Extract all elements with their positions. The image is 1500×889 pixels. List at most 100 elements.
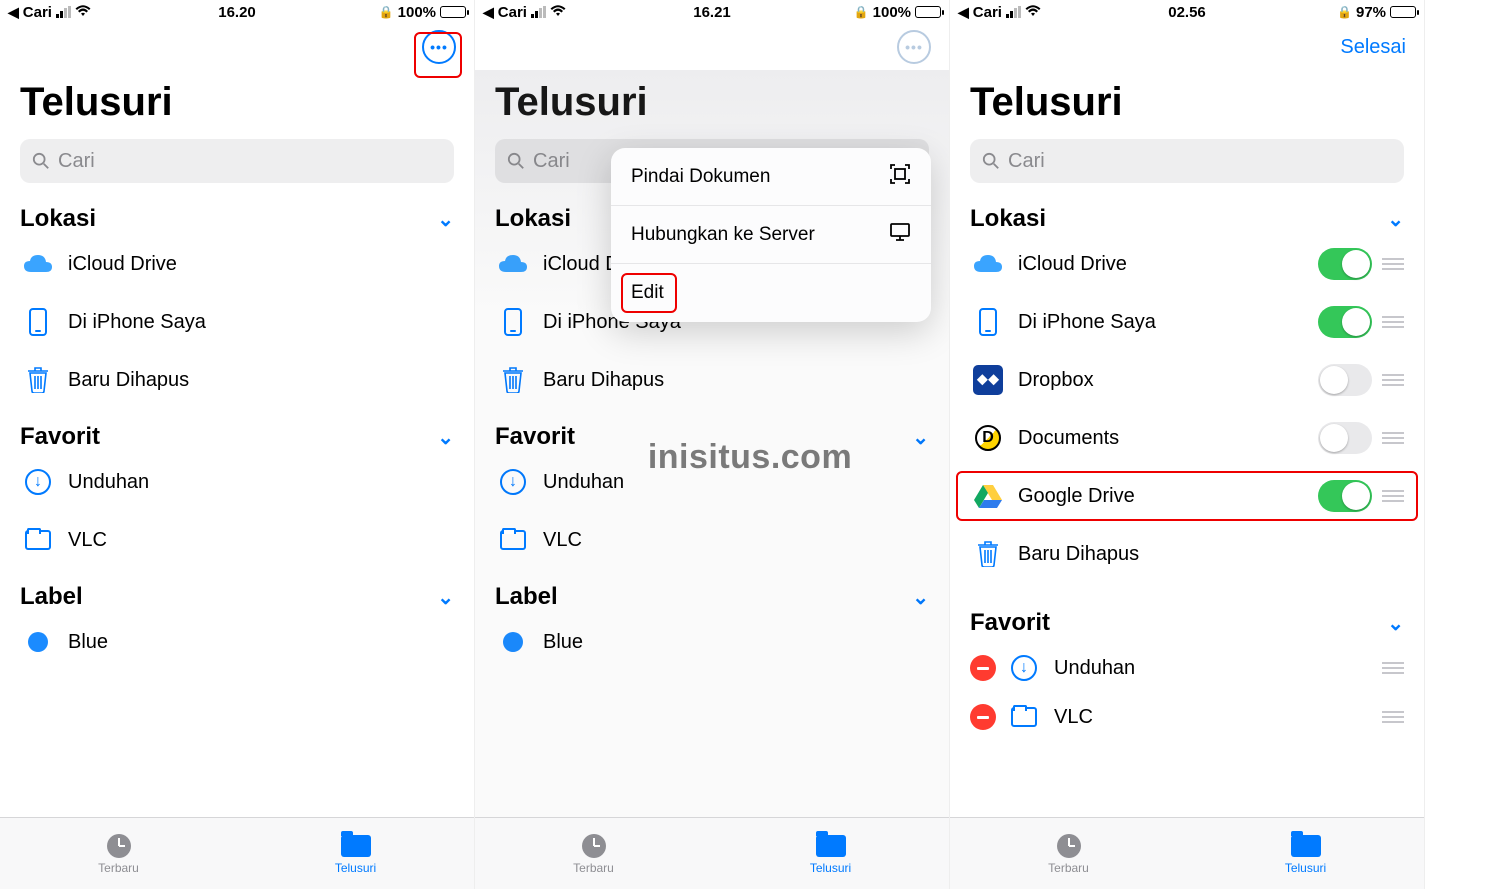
toggle-iphone[interactable] — [1318, 306, 1372, 338]
chevron-down-icon: ⌄ — [437, 425, 454, 450]
phone-icon — [20, 308, 56, 336]
cloud-icon — [20, 254, 56, 274]
cloud-icon — [495, 254, 531, 274]
location-iphone[interactable]: Di iPhone Saya — [0, 293, 474, 351]
page-title: Telusuri — [950, 70, 1424, 139]
more-button[interactable]: ••• — [422, 30, 456, 64]
tab-terbaru[interactable]: Terbaru — [0, 818, 237, 889]
chevron-down-icon: ⌄ — [1387, 207, 1404, 232]
remove-button[interactable] — [970, 704, 996, 730]
wifi-icon — [75, 4, 91, 20]
drag-handle-icon[interactable] — [1382, 490, 1404, 502]
back-app-label[interactable]: Cari — [23, 4, 52, 21]
chevron-down-icon: ⌄ — [437, 207, 454, 232]
clock-icon — [1054, 833, 1084, 859]
search-placeholder: Cari — [533, 150, 570, 173]
favorit-unduhan-edit: Unduhan — [950, 639, 1424, 697]
more-button[interactable]: ••• — [897, 30, 931, 64]
status-bar: ◀ Cari 16.21 🔒 100% — [475, 0, 949, 24]
location-icloud[interactable]: iCloud Drive — [0, 235, 474, 293]
screenshot-panel-1: ◀ Cari 16.20 🔒 100% ••• Telusuri Cari Lo… — [0, 0, 475, 889]
menu-scan-documents[interactable]: Pindai Dokumen — [611, 148, 931, 206]
toggle-icloud[interactable] — [1318, 248, 1372, 280]
section-label-header[interactable]: Label ⌄ — [0, 583, 474, 611]
status-bar: ◀ Cari 16.20 🔒 100% — [0, 0, 474, 24]
back-app-label[interactable]: Cari — [498, 4, 527, 21]
tab-telusuri[interactable]: Telusuri — [237, 818, 474, 889]
rotation-lock-icon: 🔒 — [854, 5, 869, 19]
remove-button[interactable] — [970, 655, 996, 681]
favorit-vlc[interactable]: VLC — [0, 511, 474, 569]
location-iphone: Di iPhone Saya — [950, 293, 1424, 351]
back-caret-icon[interactable]: ◀ — [483, 4, 494, 21]
server-icon — [889, 222, 911, 248]
dropbox-icon: ⬥⬥ — [970, 365, 1006, 395]
tab-bar: Terbaru Telusuri — [0, 817, 474, 889]
tab-terbaru[interactable]: Terbaru — [475, 818, 712, 889]
folder-icon — [495, 530, 531, 550]
section-favorit-header[interactable]: Favorit ⌄ — [950, 609, 1424, 637]
nav-bar: ••• — [0, 24, 474, 70]
favorit-vlc[interactable]: VLC — [475, 511, 949, 569]
search-placeholder: Cari — [1008, 150, 1045, 173]
section-lokasi-header[interactable]: Lokasi ⌄ — [950, 205, 1424, 233]
tab-terbaru[interactable]: Terbaru — [950, 818, 1187, 889]
chevron-down-icon: ⌄ — [437, 585, 454, 610]
nav-bar: ••• — [475, 24, 949, 70]
wifi-icon — [550, 4, 566, 20]
section-label-header[interactable]: Label ⌄ — [475, 583, 949, 611]
section-favorit-header[interactable]: Favorit ⌄ — [0, 423, 474, 451]
clock-icon — [104, 833, 134, 859]
screenshot-panel-3: ◀ Cari 02.56 🔒 97% Selesai Telusuri Cari… — [950, 0, 1425, 889]
drag-handle-icon[interactable] — [1382, 316, 1404, 328]
search-input[interactable]: Cari — [970, 139, 1404, 183]
toggle-documents[interactable] — [1318, 422, 1372, 454]
label-blue[interactable]: Blue — [475, 613, 949, 671]
drag-handle-icon[interactable] — [1382, 711, 1404, 723]
signal-icon — [1006, 6, 1021, 18]
signal-icon — [531, 6, 546, 18]
clock-icon — [579, 833, 609, 859]
back-app-label[interactable]: Cari — [973, 4, 1002, 21]
page-title: Telusuri — [475, 70, 949, 139]
menu-edit[interactable]: Edit — [611, 264, 931, 322]
toggle-dropbox[interactable] — [1318, 364, 1372, 396]
download-icon — [495, 469, 531, 495]
toggle-gdrive[interactable] — [1318, 480, 1372, 512]
download-icon — [1006, 655, 1042, 681]
trash-icon — [970, 541, 1006, 567]
location-trash[interactable]: Baru Dihapus — [950, 525, 1424, 583]
drag-handle-icon[interactable] — [1382, 662, 1404, 674]
favorit-unduhan[interactable]: Unduhan — [0, 453, 474, 511]
drag-handle-icon[interactable] — [1382, 374, 1404, 386]
tab-telusuri[interactable]: Telusuri — [712, 818, 949, 889]
menu-connect-server[interactable]: Hubungkan ke Server — [611, 206, 931, 264]
status-time: 02.56 — [1111, 4, 1264, 21]
tab-telusuri[interactable]: Telusuri — [1187, 818, 1424, 889]
drag-handle-icon[interactable] — [1382, 258, 1404, 270]
battery-icon — [915, 6, 941, 18]
scan-icon — [889, 163, 911, 191]
done-button[interactable]: Selesai — [1340, 36, 1406, 59]
back-caret-icon[interactable]: ◀ — [958, 4, 969, 21]
gdrive-icon — [970, 484, 1006, 508]
trash-icon — [20, 367, 56, 393]
location-trash[interactable]: Baru Dihapus — [0, 351, 474, 409]
status-bar: ◀ Cari 02.56 🔒 97% — [950, 0, 1424, 24]
chevron-down-icon: ⌄ — [912, 585, 929, 610]
search-input[interactable]: Cari — [20, 139, 454, 183]
section-lokasi-header[interactable]: Lokasi ⌄ — [0, 205, 474, 233]
blue-dot-icon — [20, 632, 56, 652]
folder-fill-icon — [1291, 833, 1321, 859]
rotation-lock-icon: 🔒 — [379, 5, 394, 19]
tab-bar: Terbaru Telusuri — [950, 817, 1424, 889]
folder-fill-icon — [816, 833, 846, 859]
location-trash[interactable]: Baru Dihapus — [475, 351, 949, 409]
location-dropbox: ⬥⬥ Dropbox — [950, 351, 1424, 409]
label-blue[interactable]: Blue — [0, 613, 474, 671]
tab-bar: Terbaru Telusuri — [475, 817, 949, 889]
rotation-lock-icon: 🔒 — [1337, 5, 1352, 19]
location-documents: D Documents — [950, 409, 1424, 467]
drag-handle-icon[interactable] — [1382, 432, 1404, 444]
back-caret-icon[interactable]: ◀ — [8, 4, 19, 21]
